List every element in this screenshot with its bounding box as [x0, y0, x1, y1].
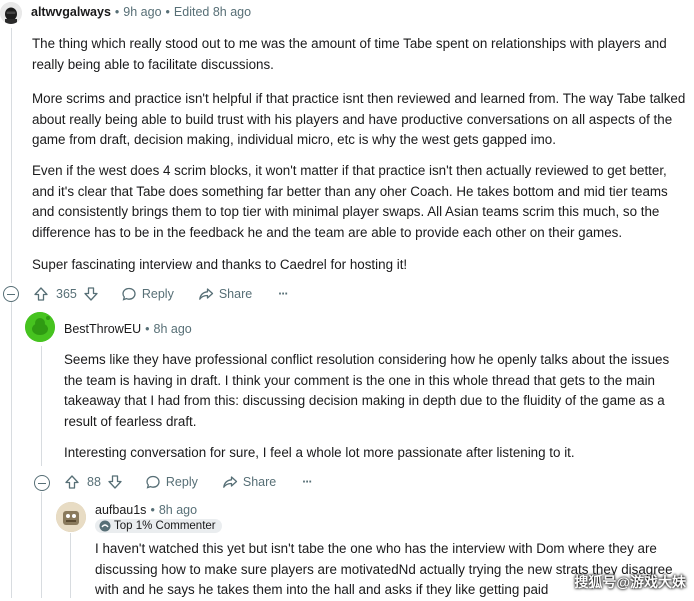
avatar[interactable] — [56, 502, 86, 532]
comment-paragraph: Interesting conversation for sure, I fee… — [64, 445, 575, 460]
upvote-icon — [65, 475, 79, 489]
avatar[interactable] — [0, 2, 22, 24]
thread-line-1-lower — [11, 302, 12, 598]
vote-count: 88 — [87, 475, 101, 489]
comment-paragraph: Super fascinating interview and thanks t… — [32, 257, 408, 272]
thread-line-1 — [11, 28, 12, 283]
reply-button[interactable]: Reply — [121, 286, 174, 302]
edited-label: Edited 8h ago — [173, 5, 252, 19]
reply-button[interactable]: Reply — [145, 474, 198, 490]
comment-paragraph: Seems like they have professional confli… — [64, 352, 670, 429]
comment-meta: altwvgalways • 9h ago • Edited 8h ago — [31, 5, 252, 19]
username[interactable]: BestThrowEU — [64, 322, 141, 336]
share-icon — [198, 288, 213, 300]
downvote-button[interactable] — [107, 474, 123, 490]
thread-line-3 — [70, 533, 71, 598]
upvote-icon — [34, 287, 48, 301]
flair-icon — [99, 520, 111, 532]
more-options-button[interactable]: ··· — [302, 475, 312, 489]
downvote-icon — [108, 475, 122, 489]
timestamp[interactable]: 8h ago — [154, 322, 192, 336]
upvote-button[interactable] — [64, 474, 80, 490]
downvote-button[interactable] — [83, 286, 99, 302]
vote-count: 365 — [56, 287, 77, 301]
username[interactable]: aufbau1s — [95, 503, 146, 517]
comment-actions: 88 Reply Share ··· — [64, 472, 313, 492]
thread-line-2-lower — [41, 492, 42, 598]
comment-meta: aufbau1s • 8h ago — [95, 503, 198, 517]
share-icon — [223, 476, 238, 488]
reply-icon — [122, 287, 136, 301]
avatar[interactable] — [25, 312, 55, 342]
upvote-button[interactable] — [33, 286, 49, 302]
comment-paragraph: More scrims and practice isn't helpful i… — [32, 91, 686, 147]
username[interactable]: altwvgalways — [31, 5, 111, 19]
comment-paragraph: Even if the west does 4 scrim blocks, it… — [32, 163, 668, 240]
comment-meta: BestThrowEU • 8h ago — [64, 322, 192, 336]
flair-badge: Top 1% Commenter — [95, 519, 222, 533]
thread-line-2 — [41, 346, 42, 466]
reply-label: Reply — [141, 287, 174, 301]
flair-label: Top 1% Commenter — [114, 520, 216, 532]
comment-actions: 365 Reply Share ··· — [33, 284, 289, 304]
timestamp[interactable]: 8h ago — [159, 503, 197, 517]
downvote-icon — [84, 287, 98, 301]
share-button[interactable]: Share — [222, 474, 276, 490]
share-button[interactable]: Share — [198, 286, 252, 302]
more-options-button[interactable]: ··· — [278, 287, 288, 301]
reply-label: Reply — [165, 475, 198, 489]
timestamp[interactable]: 9h ago — [123, 5, 161, 19]
share-label: Share — [218, 287, 253, 301]
collapse-button[interactable] — [3, 286, 19, 302]
watermark: 搜狐号@游戏大妹 — [574, 574, 686, 590]
share-label: Share — [242, 475, 277, 489]
reply-icon — [146, 475, 160, 489]
comment-paragraph: The thing which really stood out to me w… — [32, 36, 667, 72]
collapse-button[interactable] — [34, 475, 50, 491]
